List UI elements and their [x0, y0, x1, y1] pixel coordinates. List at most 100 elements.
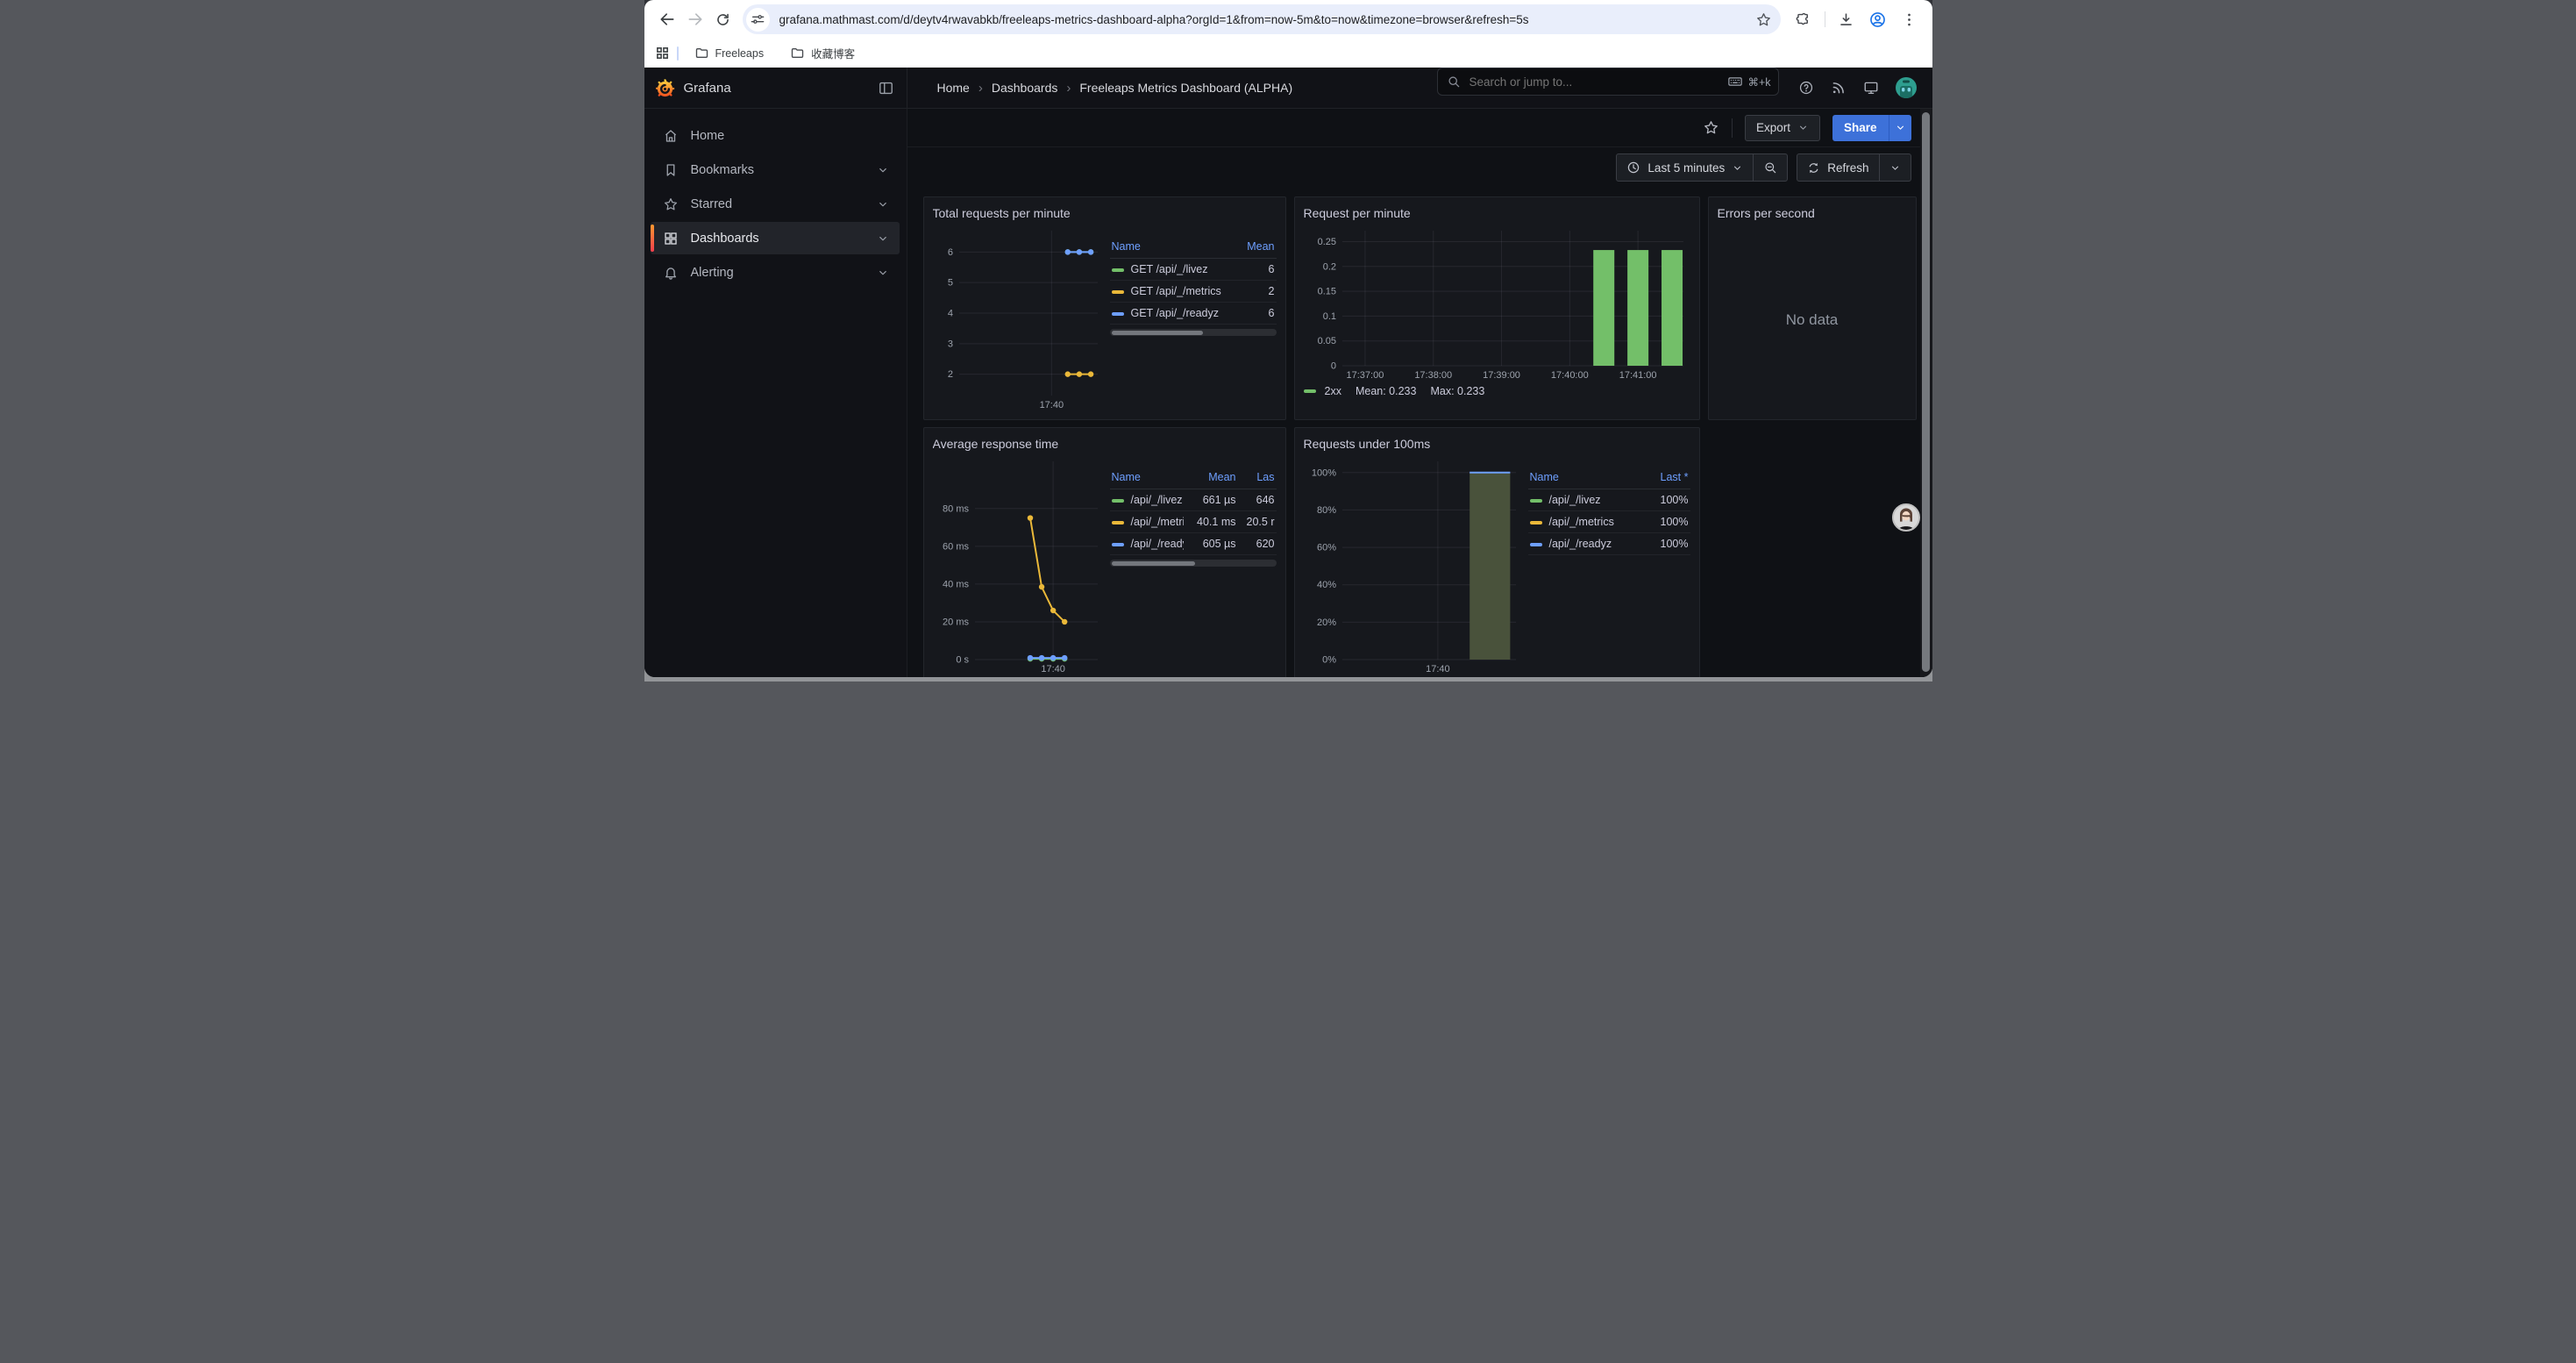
legend-row[interactable]: /api/_/livez100%	[1528, 489, 1690, 511]
sidebar-item-starred[interactable]: Starred	[651, 188, 900, 220]
legend-column-header[interactable]: Mean	[1222, 238, 1277, 259]
actions-divider	[1732, 118, 1733, 138]
series-swatch	[1530, 543, 1542, 546]
breadcrumb-home[interactable]: Home	[937, 81, 970, 95]
svg-text:5: 5	[947, 278, 952, 289]
series-swatch	[1112, 268, 1124, 272]
breadcrumb-dashboards[interactable]: Dashboards	[992, 81, 1058, 95]
search-input[interactable]	[1468, 75, 1728, 89]
bookmark-folder-blogs[interactable]: 收藏博客	[783, 41, 862, 65]
legend-column-header[interactable]: Las	[1238, 468, 1277, 489]
page-scrollbar-track	[1920, 109, 1932, 677]
requests-under-100ms-chart[interactable]: 100%80%60%40%20%0%17:40	[1304, 456, 1523, 675]
legend-column-header[interactable]: Name	[1110, 468, 1184, 489]
refresh-button[interactable]: Refresh	[1797, 154, 1878, 181]
search-icon	[1447, 75, 1461, 89]
svg-text:100%: 100%	[1311, 467, 1335, 478]
legend-row[interactable]: /api/_/metrics100%	[1528, 511, 1690, 533]
legend-column-header[interactable]: Mean	[1184, 468, 1238, 489]
svg-text:60%: 60%	[1316, 543, 1335, 553]
request-per-minute-chart[interactable]: 0.250.20.150.10.05017:37:0017:38:0017:39…	[1304, 225, 1690, 382]
legend-row[interactable]: GET /api/_/readyz6	[1110, 303, 1277, 325]
panel-title[interactable]: Request per minute	[1304, 204, 1690, 222]
bookmark-label: Freeleaps	[715, 47, 765, 60]
bookmark-star-icon[interactable]	[1755, 11, 1772, 28]
page-scrollbar-thumb[interactable]	[1922, 112, 1930, 672]
kiosk-mode-icon[interactable]	[1863, 80, 1879, 96]
panel-errors-per-second: Errors per second No data	[1708, 196, 1917, 420]
site-settings-icon[interactable]	[746, 8, 770, 32]
chevron-down-icon	[1797, 122, 1809, 133]
legend-row[interactable]: GET /api/_/livez6	[1110, 259, 1277, 281]
chevron-down-icon[interactable]	[877, 198, 889, 211]
grafana-header: Grafana Home › Dashboards › Freeleaps Me…	[644, 68, 1932, 109]
help-icon[interactable]	[1798, 80, 1814, 96]
panel-title[interactable]: Errors per second	[1718, 204, 1907, 222]
floating-assistant-avatar[interactable]	[1892, 503, 1920, 532]
dock-menu-icon[interactable]	[878, 80, 894, 96]
series-swatch	[1112, 290, 1124, 294]
downloads-icon[interactable]	[1832, 5, 1861, 33]
panel-title[interactable]: Average response time	[933, 435, 1277, 453]
export-button[interactable]: Export	[1745, 115, 1820, 141]
total-requests-chart[interactable]: 6543217:40	[933, 225, 1105, 411]
legend-column-header[interactable]: Last *	[1636, 468, 1690, 489]
refresh-icon	[1807, 161, 1820, 175]
panel-title[interactable]: Requests under 100ms	[1304, 435, 1690, 453]
svg-text:0: 0	[1330, 361, 1335, 372]
refresh-interval-button[interactable]	[1879, 154, 1911, 181]
url-bar[interactable]	[743, 4, 1781, 34]
panel-requests-under-100ms: Requests under 100ms 100%80%60%40%20%0%1…	[1294, 427, 1700, 677]
news-icon[interactable]	[1831, 80, 1847, 96]
svg-text:20 ms: 20 ms	[943, 617, 969, 627]
chevron-down-icon[interactable]	[877, 232, 889, 245]
sidebar-item-home[interactable]: Home	[651, 119, 900, 152]
browser-menu-icon[interactable]	[1896, 5, 1924, 33]
svg-text:80 ms: 80 ms	[943, 503, 969, 514]
grafana-logo[interactable]	[655, 78, 675, 98]
average-response-time-chart[interactable]: 80 ms60 ms40 ms20 ms0 s17:40	[933, 456, 1105, 675]
series-swatch	[1112, 543, 1124, 546]
star-icon	[651, 196, 691, 212]
svg-text:17:37:00: 17:37:00	[1346, 370, 1384, 381]
legend-column-header[interactable]: Name	[1110, 238, 1222, 259]
user-avatar[interactable]	[1896, 77, 1917, 98]
zoom-out-button[interactable]	[1753, 154, 1787, 181]
breadcrumb-current[interactable]: Freeleaps Metrics Dashboard (ALPHA)	[1079, 81, 1292, 95]
legend-table-container: NameLast */api/_/livez100%/api/_/metrics…	[1523, 468, 1690, 677]
search-box[interactable]: ⌘+k	[1437, 68, 1779, 96]
profile-icon[interactable]	[1864, 5, 1892, 33]
legend-row[interactable]: /api/_/livez661 µs646	[1110, 489, 1277, 511]
svg-text:20%: 20%	[1316, 617, 1335, 628]
chevron-down-icon[interactable]	[877, 267, 889, 279]
svg-text:60 ms: 60 ms	[943, 541, 969, 552]
legend-row[interactable]: /api/_/metrics40.1 ms20.5 r	[1110, 511, 1277, 533]
legend-hscrollbar[interactable]	[1110, 560, 1277, 567]
panel-title[interactable]: Total requests per minute	[933, 204, 1277, 222]
share-button[interactable]: Share	[1832, 115, 1911, 141]
requests-under-100ms-svg: 100%80%60%40%20%0%17:40	[1304, 456, 1523, 675]
sidebar-item-alerting[interactable]: Alerting	[651, 256, 900, 289]
reload-icon[interactable]	[709, 5, 737, 33]
share-menu-arrow[interactable]	[1889, 115, 1911, 141]
bookmark-folder-freeleaps[interactable]: Freeleaps	[687, 42, 772, 64]
sidebar-item-dashboards[interactable]: Dashboards	[651, 222, 900, 254]
apps-grid-icon[interactable]	[655, 46, 670, 61]
back-icon[interactable]	[653, 5, 681, 33]
extensions-icon[interactable]	[1790, 5, 1818, 33]
legend-table-container: NameMeanLas/api/_/livez661 µs646/api/_/m…	[1105, 468, 1277, 677]
legend-line[interactable]: 2xx Mean: 0.233 Max: 0.233	[1304, 385, 1690, 397]
legend-row[interactable]: /api/_/readyz605 µs620	[1110, 533, 1277, 555]
forward-icon	[681, 5, 709, 33]
legend-hscrollbar[interactable]	[1110, 329, 1277, 336]
svg-text:3: 3	[947, 339, 952, 349]
sidebar-item-bookmarks[interactable]: Bookmarks	[651, 153, 900, 186]
url-input[interactable]	[778, 12, 1755, 27]
legend-row[interactable]: GET /api/_/metrics2	[1110, 281, 1277, 303]
favorite-star-icon[interactable]	[1703, 119, 1719, 136]
chevron-down-icon[interactable]	[877, 164, 889, 176]
time-range-button[interactable]: Last 5 minutes	[1617, 154, 1753, 181]
legend-row[interactable]: /api/_/readyz100%	[1528, 533, 1690, 555]
panel-grid: Total requests per minute 6543217:40 Nam…	[907, 188, 1932, 677]
legend-column-header[interactable]: Name	[1528, 468, 1636, 489]
